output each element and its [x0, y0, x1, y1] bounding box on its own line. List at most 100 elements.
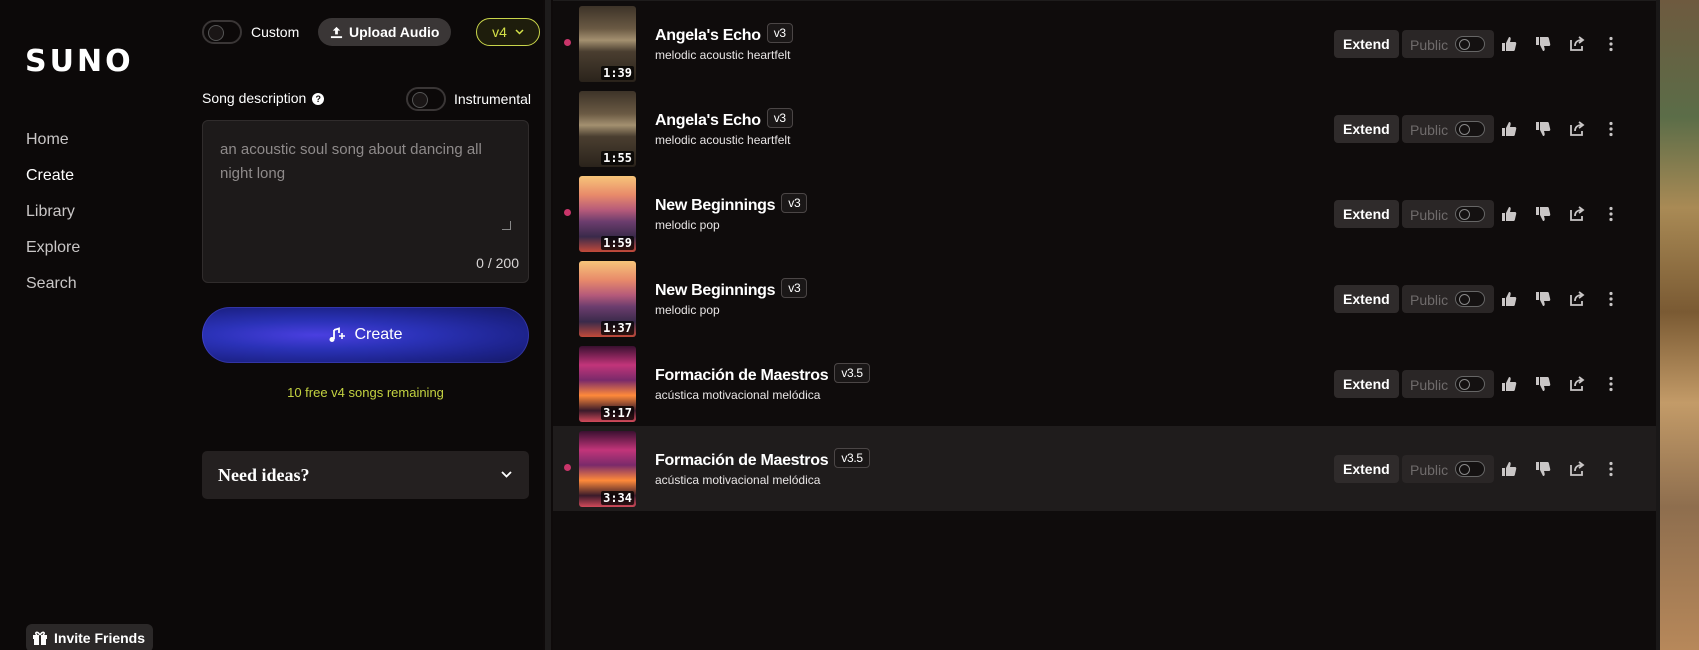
- public-toggle[interactable]: Public: [1402, 30, 1494, 58]
- invite-friends-button[interactable]: Invite Friends: [26, 624, 154, 650]
- public-label: Public: [1410, 462, 1449, 478]
- nav-item-explore[interactable]: Explore: [26, 236, 80, 272]
- song-row[interactable]: 1:59 New Beginnings v3 melodic pop Extend…: [553, 171, 1656, 256]
- public-switch[interactable]: [1455, 376, 1485, 392]
- song-tags[interactable]: acústica motivacional melódica: [655, 473, 820, 487]
- public-switch[interactable]: [1455, 461, 1485, 477]
- public-label: Public: [1410, 292, 1449, 308]
- song-cover[interactable]: 1:39: [579, 6, 636, 82]
- more-options-icon[interactable]: [1602, 35, 1620, 53]
- public-toggle[interactable]: Public: [1402, 115, 1494, 143]
- thumbs-down-icon[interactable]: [1534, 375, 1552, 393]
- song-row[interactable]: 3:17 Formación de Maestros v3.5 acústica …: [553, 341, 1656, 426]
- nav-item-create[interactable]: Create: [26, 164, 80, 200]
- thumbs-up-icon[interactable]: [1500, 460, 1518, 478]
- invite-friends-label: Invite Friends: [54, 630, 146, 646]
- song-description-input[interactable]: an acoustic soul song about dancing all …: [202, 120, 529, 283]
- song-cover[interactable]: 3:17: [579, 346, 636, 422]
- suno-logo[interactable]: SUNO: [25, 44, 134, 79]
- share-icon[interactable]: [1568, 290, 1586, 308]
- create-options-row: Custom Upload Audio v4: [202, 18, 540, 46]
- version-badge: v3.5: [834, 448, 870, 468]
- public-switch[interactable]: [1455, 121, 1485, 137]
- song-cover[interactable]: 1:37: [579, 261, 636, 337]
- song-title[interactable]: Angela's Echo: [655, 112, 761, 129]
- song-title[interactable]: Formación de Maestros: [655, 452, 829, 469]
- nav-item-library[interactable]: Library: [26, 200, 80, 236]
- song-cover[interactable]: 1:55: [579, 91, 636, 167]
- resize-handle[interactable]: [502, 221, 511, 230]
- thumbs-up-icon[interactable]: [1500, 35, 1518, 53]
- nav-item-home[interactable]: Home: [26, 128, 80, 164]
- share-icon[interactable]: [1568, 205, 1586, 223]
- share-icon[interactable]: [1568, 35, 1586, 53]
- song-tags[interactable]: melodic acoustic heartfelt: [655, 133, 790, 147]
- public-toggle[interactable]: Public: [1402, 370, 1494, 398]
- share-icon[interactable]: [1568, 460, 1586, 478]
- public-switch[interactable]: [1455, 291, 1485, 307]
- song-tags[interactable]: melodic pop: [655, 303, 720, 317]
- song-tags[interactable]: melodic acoustic heartfelt: [655, 48, 790, 62]
- thumbs-down-icon[interactable]: [1534, 290, 1552, 308]
- thumbs-up-icon[interactable]: [1500, 290, 1518, 308]
- sidebar: SUNO Home Create Library Explore Search …: [0, 0, 190, 650]
- upload-audio-button[interactable]: Upload Audio: [318, 18, 452, 46]
- model-version-select[interactable]: v4: [476, 18, 540, 46]
- public-toggle[interactable]: Public: [1402, 285, 1494, 313]
- song-row[interactable]: 3:34 Formación de Maestros v3.5 acústica …: [553, 426, 1656, 511]
- more-options-icon[interactable]: [1602, 460, 1620, 478]
- public-label: Public: [1410, 377, 1449, 393]
- nav-item-search[interactable]: Search: [26, 272, 80, 308]
- create-button[interactable]: Create: [202, 307, 529, 363]
- unread-dot: [564, 39, 571, 46]
- extend-button[interactable]: Extend: [1334, 200, 1399, 228]
- thumbs-up-icon[interactable]: [1500, 375, 1518, 393]
- thumbs-down-icon[interactable]: [1534, 205, 1552, 223]
- custom-toggle[interactable]: [202, 20, 242, 44]
- public-toggle[interactable]: Public: [1402, 200, 1494, 228]
- instrumental-toggle[interactable]: [406, 87, 446, 111]
- more-options-icon[interactable]: [1602, 205, 1620, 223]
- panel-divider[interactable]: [545, 0, 551, 650]
- song-cover[interactable]: 1:59: [579, 176, 636, 252]
- song-title[interactable]: Formación de Maestros: [655, 367, 829, 384]
- more-options-icon[interactable]: [1602, 120, 1620, 138]
- song-description-text: Song description: [202, 90, 307, 106]
- more-options-icon[interactable]: [1602, 375, 1620, 393]
- song-description-placeholder: an acoustic soul song about dancing all …: [220, 141, 482, 182]
- model-version-value: v4: [492, 24, 507, 40]
- song-description-label: Song description?: [202, 90, 325, 106]
- song-row[interactable]: 1:37 New Beginnings v3 melodic pop Extend…: [553, 256, 1656, 341]
- song-title[interactable]: Angela's Echo: [655, 27, 761, 44]
- song-duration: 1:55: [601, 151, 634, 165]
- extend-button[interactable]: Extend: [1334, 370, 1399, 398]
- share-icon[interactable]: [1568, 120, 1586, 138]
- thumbs-down-icon[interactable]: [1534, 120, 1552, 138]
- public-switch[interactable]: [1455, 36, 1485, 52]
- thumbs-down-icon[interactable]: [1534, 35, 1552, 53]
- thumbs-up-icon[interactable]: [1500, 120, 1518, 138]
- need-ideas-accordion[interactable]: Need ideas?: [202, 451, 529, 499]
- more-options-icon[interactable]: [1602, 290, 1620, 308]
- extend-button[interactable]: Extend: [1334, 455, 1399, 483]
- public-switch[interactable]: [1455, 206, 1485, 222]
- share-icon[interactable]: [1568, 375, 1586, 393]
- help-icon[interactable]: ?: [312, 93, 325, 105]
- extend-button[interactable]: Extend: [1334, 285, 1399, 313]
- thumbs-up-icon[interactable]: [1500, 205, 1518, 223]
- version-badge: v3: [766, 23, 793, 43]
- song-tags[interactable]: melodic pop: [655, 218, 720, 232]
- public-toggle[interactable]: Public: [1402, 455, 1494, 483]
- thumbs-down-icon[interactable]: [1534, 460, 1552, 478]
- song-tags[interactable]: acústica motivacional melódica: [655, 388, 820, 402]
- song-cover[interactable]: 3:34: [579, 431, 636, 507]
- public-label: Public: [1410, 122, 1449, 138]
- song-row[interactable]: 1:39 Angela's Echo v3 melodic acoustic he…: [553, 1, 1656, 86]
- song-duration: 1:37: [601, 321, 634, 335]
- song-title-line: New Beginnings v3: [655, 278, 808, 300]
- song-title[interactable]: New Beginnings: [655, 197, 776, 214]
- extend-button[interactable]: Extend: [1334, 30, 1399, 58]
- song-row[interactable]: 1:55 Angela's Echo v3 melodic acoustic he…: [553, 86, 1656, 171]
- song-title[interactable]: New Beginnings: [655, 282, 776, 299]
- extend-button[interactable]: Extend: [1334, 115, 1399, 143]
